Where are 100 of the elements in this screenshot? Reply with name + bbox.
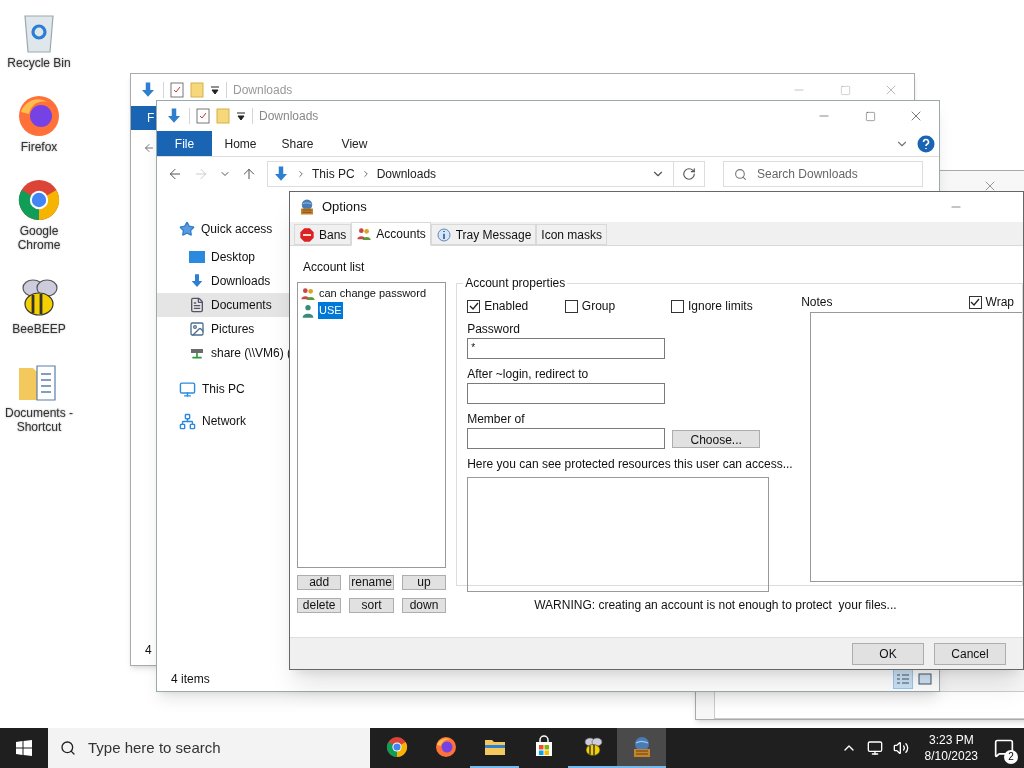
- list-button[interactable]: delete: [297, 598, 342, 613]
- network-icon: [179, 412, 196, 430]
- clock-date[interactable]: 8/10/2023: [924, 748, 978, 764]
- nav-item[interactable]: Network: [157, 405, 291, 437]
- field-label: After ~login, redirect to: [467, 366, 590, 383]
- desktop-icon-label[interactable]: Firefox: [20, 140, 58, 154]
- list-button[interactable]: up: [401, 575, 447, 590]
- status-text: 4 items: [171, 671, 210, 688]
- window-title: Downloads: [233, 82, 293, 99]
- checkbox[interactable]: [467, 299, 481, 313]
- window-title: Options: [322, 198, 367, 217]
- resources-list[interactable]: [467, 477, 770, 592]
- user-icon: [300, 302, 316, 319]
- browser-icon: [433, 735, 458, 759]
- check-icon: [468, 301, 479, 311]
- taskbar-search-field[interactable]: Type here to search: [48, 728, 370, 768]
- breadcrumb[interactable]: This PC: [312, 165, 355, 183]
- download-arrow-icon: [272, 165, 290, 183]
- ribbon-tab[interactable]: Home: [212, 131, 269, 156]
- warning-text: WARNING: creating an account is not enough to protect your files...: [534, 597, 897, 614]
- clock-time[interactable]: 3:23 PM: [928, 732, 974, 748]
- volume-icon[interactable]: [892, 740, 909, 756]
- computer-icon: [179, 380, 196, 398]
- ribbon-tab[interactable]: File: [157, 131, 212, 156]
- refresh-icon[interactable]: [682, 167, 696, 181]
- desktop-icon-label[interactable]: Documents - Shortcut: [0, 406, 78, 434]
- tab[interactable]: Accounts: [351, 222, 431, 246]
- back-icon[interactable]: [167, 166, 183, 182]
- group-title: Account properties: [464, 275, 567, 292]
- desktop-icon: [189, 250, 205, 264]
- up-icon[interactable]: [241, 166, 257, 182]
- nav-item[interactable]: Documents: [157, 293, 291, 317]
- section-label: Account list: [303, 259, 366, 276]
- four-panes-icon: [16, 740, 32, 756]
- nav-item[interactable]: Desktop: [157, 245, 291, 269]
- download-arrow-icon: [189, 273, 205, 289]
- globe-box-icon: [298, 198, 316, 216]
- ribbon-tab[interactable]: View: [326, 131, 383, 156]
- desktop-icon-label[interactable]: BeeBEEP: [12, 322, 66, 336]
- chevron-icon: [296, 169, 306, 179]
- users-icon: [300, 285, 316, 302]
- checkbox-label: Group: [581, 298, 616, 315]
- thumbnail-view-icon: [918, 673, 932, 685]
- input-field[interactable]: [467, 383, 666, 404]
- notification-count: 2: [1004, 750, 1018, 764]
- tab[interactable]: Tray Message: [430, 224, 537, 245]
- desktop-icon-label[interactable]: Google Chrome: [0, 224, 78, 252]
- checkbox-label: Wrap: [985, 294, 1014, 311]
- list-view-icon: [896, 673, 910, 685]
- input-field[interactable]: [467, 428, 666, 449]
- checklist-icon[interactable]: [196, 108, 210, 124]
- field-label: Member of: [467, 411, 526, 428]
- address-bar[interactable]: This PC Downloads: [267, 161, 705, 187]
- list-button[interactable]: rename: [349, 575, 394, 590]
- dropdown-icon[interactable]: [210, 85, 220, 95]
- search-icon: [60, 740, 76, 756]
- download-arrow-icon: [165, 107, 183, 125]
- download-arrow-icon: [139, 81, 157, 99]
- checklist-icon[interactable]: [170, 82, 184, 98]
- breadcrumb[interactable]: Downloads: [376, 165, 437, 183]
- ribbon-tab[interactable]: Share: [269, 131, 326, 156]
- ribbon-tab[interactable]: F: [131, 106, 156, 130]
- checkbox[interactable]: [671, 299, 684, 313]
- nav-item[interactable]: Quick access: [157, 213, 291, 245]
- list-item[interactable]: can change password: [318, 285, 427, 302]
- nav-item[interactable]: Downloads: [157, 269, 291, 293]
- dialog-button[interactable]: OK: [852, 642, 924, 665]
- status-text: 4: [145, 642, 152, 659]
- browser-icon: [384, 735, 409, 759]
- star-icon: [179, 221, 195, 237]
- desktop-icon-label[interactable]: Recycle Bin: [7, 56, 71, 70]
- users-icon: [356, 226, 373, 242]
- search-field[interactable]: Search Downloads: [723, 161, 923, 187]
- dropdown-icon[interactable]: [236, 111, 246, 121]
- check-icon: [970, 297, 981, 307]
- list-button[interactable]: add: [297, 575, 342, 590]
- back-icon[interactable]: [143, 142, 155, 154]
- tab[interactable]: Bans: [294, 224, 352, 245]
- list-button[interactable]: down: [401, 598, 447, 613]
- dialog-button[interactable]: Cancel: [934, 642, 1006, 665]
- field-label: Password: [467, 321, 521, 338]
- checkbox[interactable]: [968, 295, 982, 309]
- stop-sign-icon: [299, 226, 315, 243]
- checkbox[interactable]: [564, 299, 578, 313]
- notes-field[interactable]: [810, 312, 1022, 582]
- search-icon: [734, 167, 747, 181]
- list-item[interactable]: USE: [318, 302, 343, 319]
- document-icon: [189, 297, 205, 313]
- nav-item[interactable]: Pictures: [157, 317, 291, 341]
- pictures-icon: [189, 321, 205, 337]
- help-icon[interactable]: [917, 134, 935, 153]
- list-button[interactable]: sort: [349, 598, 394, 613]
- network-status-icon[interactable]: [866, 740, 883, 756]
- password-field[interactable]: *: [467, 338, 666, 359]
- tab[interactable]: Icon masks: [536, 224, 607, 245]
- details-view-button[interactable]: [893, 669, 913, 689]
- checkbox-label: Enabled: [484, 298, 529, 315]
- choose-button[interactable]: Choose...: [672, 429, 761, 448]
- field-label: Here you can see protected resources this user can access...: [467, 456, 793, 473]
- nav-item[interactable]: This PC: [157, 373, 291, 405]
